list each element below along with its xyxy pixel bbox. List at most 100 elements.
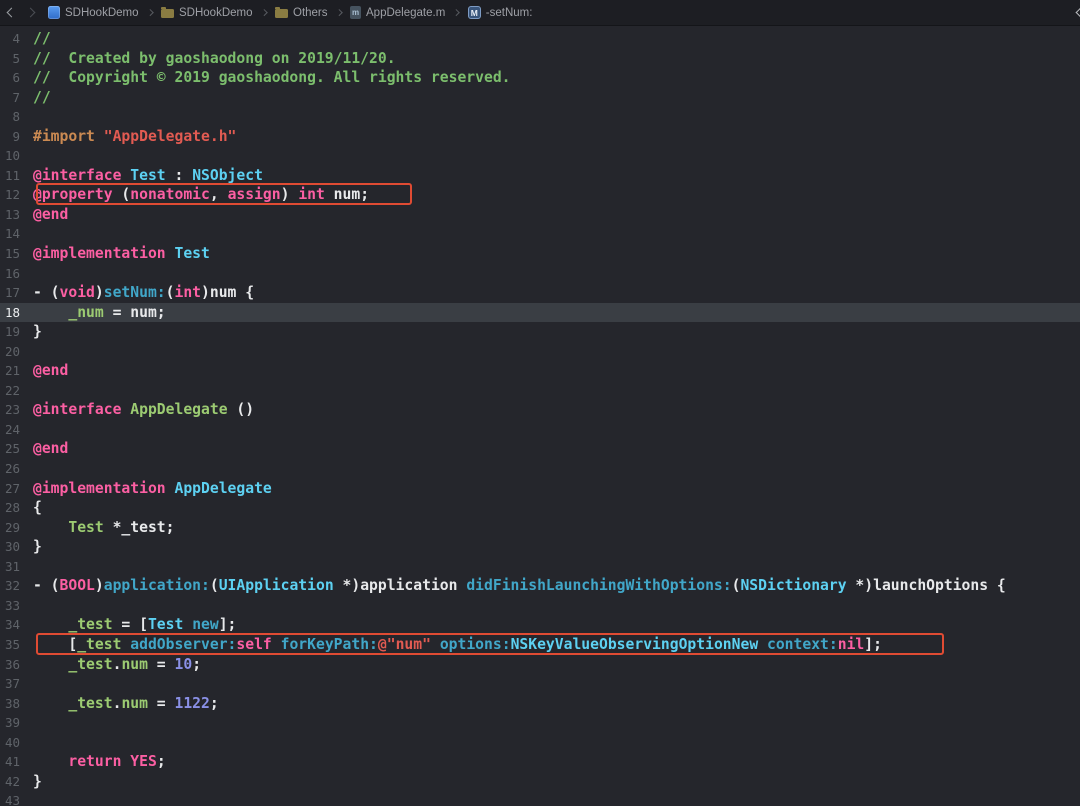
line-number: 37 [4, 676, 20, 692]
code-line: 25 @end [0, 439, 1080, 459]
line-number: 27 [4, 480, 20, 496]
code-line: 22 [0, 381, 1080, 401]
line-number: 35 [4, 636, 20, 652]
line-number: 39 [4, 715, 20, 731]
code-line: 23 @interface AppDelegate () [0, 400, 1080, 420]
code-line: 12 @property (nonatomic, assign) int num; [0, 185, 1080, 205]
code-line: 21 @end [0, 361, 1080, 381]
line-number: 17 [4, 285, 20, 301]
code-line: 6 // Copyright © 2019 gaoshaodong. All ri… [0, 68, 1080, 88]
line-code: _test.num = 1122; [68, 694, 219, 712]
breadcrumb-separator-icon [335, 9, 342, 16]
code-line: 11 @interface Test : NSObject [0, 166, 1080, 186]
code-line: 41 return YES; [0, 752, 1080, 772]
jump-bar-right-chevron-icon[interactable] [1075, 7, 1080, 18]
line-code: // [33, 30, 51, 47]
folder-icon [161, 6, 174, 19]
code-line: 26 [0, 459, 1080, 479]
line-number: 24 [4, 421, 20, 437]
line-number: 9 [12, 128, 20, 144]
forward-chevron-icon[interactable] [25, 7, 36, 18]
code-line: 19} [0, 322, 1080, 342]
line-number: 6 [12, 70, 20, 86]
line-code: // Copyright © 2019 gaoshaodong. All rig… [33, 69, 511, 87]
code-line: 4 // [0, 29, 1080, 49]
code-line: 8 [0, 107, 1080, 127]
code-lines: 4 // 5 // Created by gaoshaodong on 2019/11… [0, 29, 1080, 806]
line-number: 28 [4, 500, 20, 516]
line-number: 43 [4, 793, 20, 806]
code-line: 9 #import "AppDelegate.h" [0, 127, 1080, 147]
line-number: 10 [4, 148, 20, 164]
code-line: 36 _test.num = 10; [0, 655, 1080, 675]
line-number: 12 [4, 187, 20, 203]
code-line: 29 Test *_test; [0, 518, 1080, 538]
breadcrumb-item[interactable]: SDHookDemo [161, 7, 253, 19]
line-code: @end [33, 440, 69, 458]
breadcrumb: SDHookDemo SDHookDemo Others m AppDelegate.m… [48, 6, 532, 19]
editor-nav-buttons [6, 7, 36, 18]
breadcrumb-separator-icon [146, 9, 153, 16]
line-code: @implementation AppDelegate [33, 479, 272, 497]
line-number: 31 [4, 558, 20, 574]
line-code: #import "AppDelegate.h" [33, 127, 237, 145]
line-number: 34 [4, 617, 20, 633]
breadcrumb-item[interactable]: M -setNum: [467, 6, 533, 19]
code-line: 10 [0, 146, 1080, 166]
line-code: @interface AppDelegate () [33, 401, 255, 419]
code-line: 39 [0, 713, 1080, 733]
code-line: 38 _test.num = 1122; [0, 694, 1080, 714]
code-line: 35 [_test addObserver:self forKeyPath:@"… [0, 635, 1080, 655]
line-code: @property (nonatomic, assign) int num; [33, 186, 370, 204]
code-editor[interactable]: 4 // 5 // Created by gaoshaodong on 2019/11… [0, 26, 1080, 806]
back-chevron-icon[interactable] [6, 7, 17, 18]
line-number: 32 [4, 578, 20, 594]
line-code: @interface Test : NSObject [33, 166, 263, 184]
breadcrumb-item[interactable]: SDHookDemo [48, 6, 139, 19]
code-line: 15 @implementation Test [0, 244, 1080, 264]
breadcrumb-label: -setNum: [485, 6, 533, 19]
line-code: return YES; [68, 753, 166, 771]
line-code: [_test addObserver:self forKeyPath:@"num… [33, 635, 882, 653]
breadcrumb-separator-icon [453, 9, 460, 16]
line-number: 8 [12, 109, 20, 125]
file-icon: m [350, 6, 362, 19]
line-number: 20 [4, 343, 20, 359]
line-code: @end [33, 362, 69, 380]
line-number: 29 [4, 519, 20, 535]
code-line: 32 - (BOOL)application:(UIApplication *)a… [0, 576, 1080, 596]
code-line: 18 _num = num; [0, 302, 1080, 323]
line-number: 23 [4, 402, 20, 418]
line-code: @implementation Test [33, 245, 210, 263]
code-line: 13 @end [0, 205, 1080, 225]
code-line: 30} [0, 537, 1080, 557]
code-line: 34 _test = [Test new]; [0, 615, 1080, 635]
line-number: 13 [4, 206, 20, 222]
code-line: 43 [0, 791, 1080, 806]
code-line: 37 [0, 674, 1080, 694]
line-number: 40 [4, 734, 20, 750]
code-line: 14 [0, 224, 1080, 244]
line-number: 14 [4, 226, 20, 242]
line-code: - (void)setNum:(int)num { [33, 284, 255, 302]
code-line: 27 @implementation AppDelegate [0, 479, 1080, 499]
line-code: { [33, 499, 42, 517]
line-number: 38 [4, 695, 20, 711]
breadcrumb-label: SDHookDemo [179, 6, 253, 19]
method-icon: M [467, 6, 481, 19]
breadcrumb-item[interactable]: Others [275, 7, 328, 19]
code-line: 42} [0, 772, 1080, 792]
line-number: 33 [4, 597, 20, 613]
line-number: 26 [4, 461, 20, 477]
line-number: 22 [4, 382, 20, 398]
line-code: @end [33, 205, 69, 223]
breadcrumb-item[interactable]: m AppDelegate.m [350, 6, 445, 19]
line-number: 21 [4, 363, 20, 379]
xcode-window: SDHookDemo SDHookDemo Others m AppDelegate.m… [0, 0, 1080, 806]
breadcrumb-label: Others [293, 6, 328, 19]
code-line: 31 [0, 557, 1080, 577]
line-number: 18 [4, 304, 20, 320]
line-number: 30 [4, 539, 20, 555]
line-number: 7 [12, 89, 20, 105]
line-number: 4 [12, 31, 20, 46]
